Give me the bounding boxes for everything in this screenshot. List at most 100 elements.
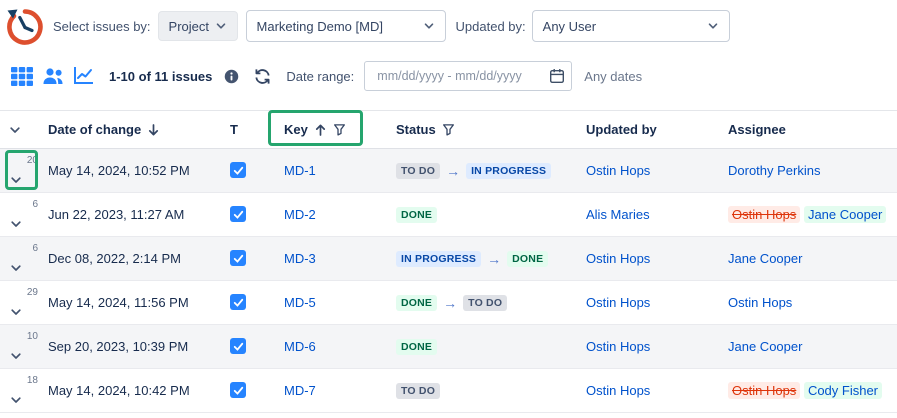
column-header-status: Status <box>396 122 436 137</box>
assignee-cell: Jane Cooper <box>720 237 897 281</box>
changes-count-badge: 20 <box>27 155 38 166</box>
arrow-down-icon <box>147 123 160 137</box>
status-filter-button[interactable] <box>442 123 455 136</box>
chart-view-button[interactable] <box>70 62 98 90</box>
project-dropdown[interactable]: Marketing Demo [MD] <box>246 10 446 42</box>
info-button[interactable] <box>224 69 239 84</box>
table-view-button[interactable] <box>8 62 36 90</box>
issue-row: 20 May 14, 2024, 10:52 PM MD-1 TO DO→IN … <box>0 149 897 193</box>
check-icon <box>233 341 244 352</box>
info-icon <box>224 69 239 84</box>
date-range-input[interactable] <box>364 61 572 91</box>
status-lozenge: TO DO <box>463 295 507 311</box>
issue-key-link[interactable]: MD-5 <box>284 295 316 310</box>
row-expand-button[interactable]: 6 <box>8 242 38 276</box>
row-expand-button[interactable]: 10 <box>8 330 38 364</box>
issues-count: 1-10 of 11 issues <box>109 69 212 84</box>
assignee-link[interactable]: Ostin Hops <box>728 295 792 310</box>
assignee-cell: Ostin Hops <box>720 281 897 325</box>
check-icon <box>233 385 244 396</box>
row-expand-button[interactable]: 18 <box>8 374 38 408</box>
type-checkbox[interactable] <box>230 382 246 398</box>
changes-count-badge: 18 <box>27 375 38 386</box>
updated-by-link[interactable]: Alis Maries <box>586 207 650 222</box>
assignee-added-link[interactable]: Cody Fisher <box>804 382 882 399</box>
updated-by-link[interactable]: Ostin Hops <box>586 339 650 354</box>
status-lozenge: IN PROGRESS <box>466 163 551 179</box>
status-cell: DONE <box>388 325 578 369</box>
chevron-down-icon <box>707 20 719 32</box>
expand-all-button[interactable] <box>8 123 40 137</box>
status-cell: DONE <box>388 193 578 237</box>
updated-by-link[interactable]: Ostin Hops <box>586 383 650 398</box>
change-date: May 14, 2024, 10:42 PM <box>40 369 222 413</box>
status-lozenge: TO DO <box>396 383 440 399</box>
users-view-icon <box>41 66 65 86</box>
filter-funnel-icon <box>442 123 455 136</box>
select-issues-by-label: Select issues by: <box>53 19 151 34</box>
chevron-down-icon <box>9 173 23 187</box>
assignee-cell: Jane Cooper <box>720 325 897 369</box>
app-logo <box>5 6 45 46</box>
select-by-value: Project <box>169 19 209 34</box>
assignee-removed: Ostin Hops <box>728 206 800 223</box>
key-filter-button[interactable] <box>333 123 346 136</box>
issue-key-link[interactable]: MD-7 <box>284 383 316 398</box>
change-date: Dec 08, 2022, 2:14 PM <box>40 237 222 281</box>
check-icon <box>233 165 244 176</box>
type-checkbox[interactable] <box>230 206 246 222</box>
sort-descending-button[interactable] <box>147 123 160 137</box>
issue-row: 29 May 14, 2024, 11:56 PM MD-5 DONE → TO D… <box>0 281 897 325</box>
changes-count-badge: 29 <box>27 287 38 298</box>
issue-key-link[interactable]: MD-2 <box>284 207 316 222</box>
updated-by-link[interactable]: Ostin Hops <box>586 163 650 178</box>
issue-row: 10 Sep 20, 2023, 10:39 PM MD-6 DONE Osti… <box>0 325 897 369</box>
type-checkbox[interactable] <box>230 294 246 310</box>
issues-table-body: 20 May 14, 2024, 10:52 PM MD-1 TO DO→IN … <box>0 149 897 413</box>
project-dropdown-value: Marketing Demo [MD] <box>257 19 383 34</box>
type-checkbox[interactable] <box>230 338 246 354</box>
issue-row: 6 Dec 08, 2022, 2:14 PM MD-3 IN PROGRESS… <box>0 237 897 281</box>
select-by-dropdown[interactable]: Project <box>158 11 238 41</box>
change-date: Sep 20, 2023, 10:39 PM <box>40 325 222 369</box>
assignee-link[interactable]: Jane Cooper <box>728 251 802 266</box>
type-checkbox[interactable] <box>230 162 246 178</box>
row-expand-button[interactable]: 20 <box>8 154 38 188</box>
table-view-icon <box>11 67 33 86</box>
issue-key-link[interactable]: MD-3 <box>284 251 316 266</box>
status-cell: TO DO <box>388 369 578 413</box>
issue-key-link[interactable]: MD-1 <box>284 163 316 178</box>
check-icon <box>233 297 244 308</box>
assignee-link[interactable]: Dorothy Perkins <box>728 163 820 178</box>
changes-count-badge: 10 <box>27 331 38 342</box>
updated-by-dropdown[interactable]: Any User <box>532 10 730 42</box>
sort-ascending-button[interactable] <box>314 123 327 137</box>
issue-key-link[interactable]: MD-6 <box>284 339 316 354</box>
table-header-row: Date of change T Key <box>0 111 897 149</box>
change-date: May 14, 2024, 11:56 PM <box>40 281 222 325</box>
assignee-added-link[interactable]: Jane Cooper <box>804 206 886 223</box>
column-header-updated-by: Updated by <box>586 122 657 137</box>
chevron-down-icon <box>215 20 227 32</box>
column-header-key: Key <box>284 122 308 137</box>
row-expand-button[interactable]: 6 <box>8 198 38 232</box>
assignee-link[interactable]: Jane Cooper <box>728 339 802 354</box>
date-range-field <box>364 61 572 91</box>
issue-history-app: Select issues by: Project Marketing Demo… <box>0 0 897 418</box>
issue-row: 6 Jun 22, 2023, 11:27 AM MD-2 DONE Alis … <box>0 193 897 237</box>
users-view-button[interactable] <box>39 62 67 90</box>
chevron-down-icon <box>9 393 23 407</box>
toolbar: 1-10 of 11 issues Date range: An <box>0 52 897 100</box>
calendar-icon[interactable] <box>549 68 565 84</box>
row-expand-button[interactable]: 29 <box>8 286 38 320</box>
status-lozenge: TO DO <box>396 163 440 179</box>
changes-count-badge: 6 <box>32 243 38 254</box>
status-lozenge: DONE <box>396 295 437 311</box>
refresh-button[interactable] <box>253 67 272 86</box>
status-transition-arrow: → <box>443 295 457 311</box>
type-checkbox[interactable] <box>230 250 246 266</box>
assignee-cell: Ostin Hops Jane Cooper <box>720 193 897 237</box>
updated-by-link[interactable]: Ostin Hops <box>586 251 650 266</box>
updated-by-link[interactable]: Ostin Hops <box>586 295 650 310</box>
column-header-date: Date of change <box>48 122 141 137</box>
